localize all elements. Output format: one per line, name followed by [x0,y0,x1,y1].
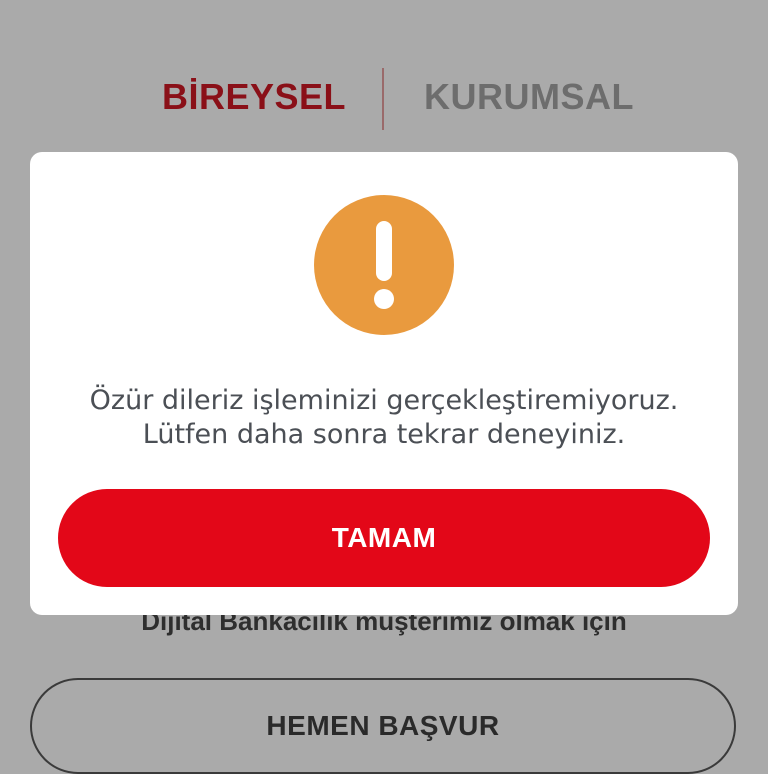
customer-type-tabs: BİREYSEL KURUMSAL [0,62,768,132]
error-message-line-2: Lütfen daha sonra tekrar deneyiniz. [142,419,626,450]
apply-now-button-label: HEMEN BAŞVUR [266,710,500,741]
ok-button-label: TAMAM [331,522,437,553]
ok-button[interactable]: TAMAM [58,489,710,587]
tab-kurumsal[interactable]: KURUMSAL [424,76,634,118]
warning-icon [314,195,454,335]
tab-bireysel[interactable]: BİREYSEL [162,76,346,118]
error-message: Özür dileriz işleminizi gerçekleştiremiy… [30,384,738,452]
app-screen: BİREYSEL KURUMSAL Dijital Bankacılık müş… [0,0,768,774]
error-dialog: Özür dileriz işleminizi gerçekleştiremiy… [30,152,738,615]
exclamation-icon [374,221,394,309]
error-message-line-1: Özür dileriz işleminizi gerçekleştiremiy… [89,385,679,416]
apply-now-button[interactable]: HEMEN BAŞVUR [30,678,736,774]
tab-divider [382,68,384,130]
